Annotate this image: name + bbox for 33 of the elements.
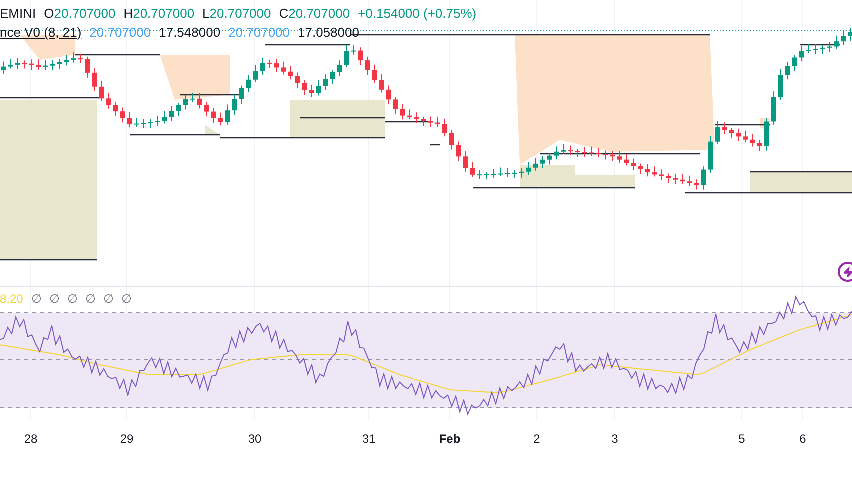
ohlc-label: L bbox=[202, 5, 210, 22]
ohlc-label: H bbox=[124, 5, 134, 22]
ohlc-value: 20.707000 bbox=[288, 5, 350, 22]
empty-value: ∅ bbox=[31, 291, 42, 308]
rsi-value: 8.20 bbox=[0, 291, 24, 308]
ohlc-label: C bbox=[279, 5, 289, 22]
indicator-value: 20.707000 bbox=[228, 24, 290, 41]
axis-label: 3 bbox=[612, 431, 618, 448]
axis-label: 29 bbox=[120, 431, 134, 448]
axis-label: 6 bbox=[800, 431, 806, 448]
axis-label: 28 bbox=[24, 431, 38, 448]
empty-value: ∅ bbox=[67, 291, 78, 308]
empty-value: ∅ bbox=[85, 291, 96, 308]
axis-label: 31 bbox=[362, 431, 376, 448]
empty-value: ∅ bbox=[49, 291, 60, 308]
empty-value: ∅ bbox=[103, 291, 114, 308]
symbol-name: EMINI bbox=[0, 5, 36, 22]
indicator-value: 20.707000 bbox=[90, 24, 152, 41]
ohlc-value: 20.707000 bbox=[54, 5, 116, 22]
indicator-value: 17.058000 bbox=[298, 24, 360, 41]
ohlc-label: O bbox=[44, 5, 54, 22]
price-change: +0.154000 (+0.75%) bbox=[358, 5, 477, 22]
indicator-value: 17.548000 bbox=[159, 24, 221, 41]
empty-value: ∅ bbox=[121, 291, 132, 308]
axis-label: 5 bbox=[738, 431, 746, 448]
axis-label: 2 bbox=[534, 431, 540, 448]
ohlc-value: 20.707000 bbox=[210, 5, 272, 22]
alert-badge[interactable] bbox=[838, 262, 852, 282]
indicator-name[interactable]: nce V0 (8, 21) bbox=[0, 24, 82, 41]
lightning-icon bbox=[842, 266, 852, 278]
axis-label: Feb bbox=[439, 431, 461, 448]
axis-label: 30 bbox=[248, 431, 262, 448]
ohlc-value: 20.707000 bbox=[133, 5, 195, 22]
